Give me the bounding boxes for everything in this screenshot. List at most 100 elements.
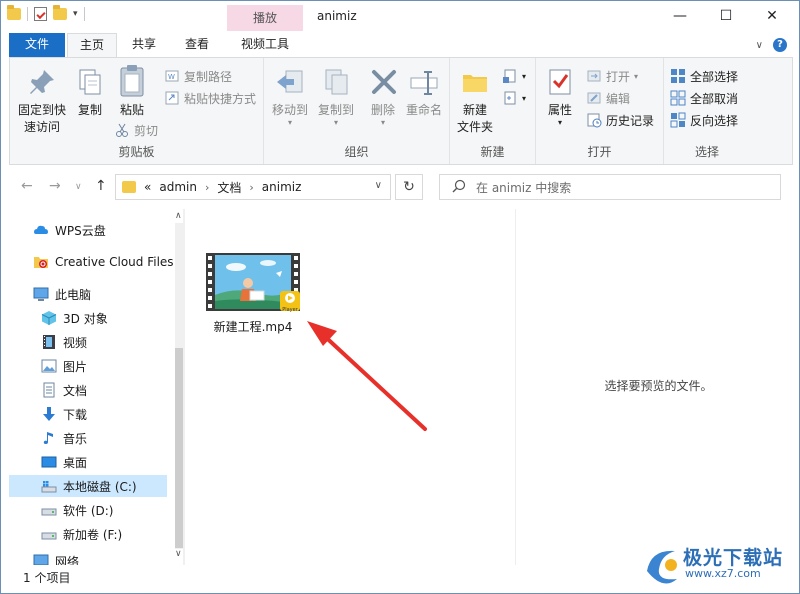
paste-label: 粘贴 [119,103,144,117]
history-icon [586,112,602,128]
easy-access-button[interactable]: ▾ [502,88,526,108]
select-none-button[interactable]: 全部取消 [670,88,738,108]
cut-button[interactable]: 剪切 [114,120,158,140]
sidebar-item-label: 桌面 [63,455,88,470]
tab-home[interactable]: 主页 [67,33,117,58]
open-button[interactable]: 打开 ▾ [586,66,638,86]
new-folder-icon[interactable] [53,5,67,20]
sidebar-item-3d-objects[interactable]: 3D 对象 [9,307,173,329]
address-dropdown-icon[interactable]: ∨ [375,180,382,191]
desktop-icon [41,454,57,470]
ribbon-collapse-icon[interactable]: ∨ [756,40,763,51]
watermark-url: www.xz7.com [685,567,761,580]
copy-to-button[interactable]: 复制到 ▾ [314,66,358,127]
properties-icon[interactable] [34,7,47,21]
rename-label: 重命名 [405,103,442,117]
sidebar-item-local-disk-c[interactable]: 本地磁盘 (C:) [9,475,167,497]
rename-button[interactable]: 重命名 [402,66,446,119]
tab-view[interactable]: 查看 [171,33,223,57]
copy-path-label: 复制路径 [184,69,233,84]
address-bar[interactable]: « admin › 文档 › animiz ∨ [115,174,391,200]
paste-button[interactable]: 粘贴 [112,62,152,119]
watermark-swirl-icon [647,550,677,584]
maximize-button[interactable]: ☐ [703,1,749,33]
address-overflow[interactable]: « [144,180,151,194]
pin-icon [26,66,58,98]
ribbon-tabs-right: ∨ ? [756,38,787,52]
sidebar-item-music[interactable]: 音乐 [9,427,173,449]
select-all-label: 全部选择 [690,69,739,84]
chevron-down-icon[interactable]: ▾ [73,9,78,19]
tab-share[interactable]: 共享 [119,33,169,57]
select-all-button[interactable]: 全部选择 [670,66,738,86]
sidebar-item-network[interactable]: 网络 [9,553,173,565]
navigation-pane: WPS云盘 Creative Cloud Files 此电脑 3D 对象 视频 … [9,209,183,565]
search-icon [452,179,466,196]
history-button[interactable]: 历史记录 [586,110,654,130]
player-badge-icon: Player [280,291,300,313]
scroll-down-icon[interactable]: ∨ [175,549,182,559]
back-arrow-icon[interactable]: ← [21,178,33,194]
sidebar-item-label: 图片 [63,359,88,374]
refresh-icon[interactable]: ↻ [395,174,423,200]
invert-selection-button[interactable]: 反向选择 [670,110,738,130]
sidebar-scrollbar[interactable] [175,223,183,549]
tab-video-tools[interactable]: 视频工具 [227,33,303,57]
sidebar-item-pictures[interactable]: 图片 [9,355,173,377]
paste-shortcut-button[interactable]: 粘贴快捷方式 [164,88,256,108]
sidebar-item-label: 3D 对象 [63,311,108,326]
pin-quick-access-button[interactable]: 固定到快 速访问 [14,66,70,136]
delete-button[interactable]: 删除 ▾ [368,66,398,127]
breadcrumb-animiz[interactable]: animiz [262,180,302,194]
sidebar-item-videos[interactable]: 视频 [9,331,173,353]
new-item-button[interactable]: ▾ [502,66,526,86]
file-name[interactable]: 新建工程.mp4 [205,318,301,335]
group-select: 全部选择 全部取消 反向选择 选择 [664,58,750,164]
sidebar-item-this-pc[interactable]: 此电脑 [9,283,173,305]
sidebar-item-desktop[interactable]: 桌面 [9,451,173,473]
explorer-window: ▾ 播放 animiz — ☐ ✕ 文件 主页 共享 查看 视频工具 ∨ ? 固… [0,0,800,594]
quick-access-toolbar: ▾ [7,5,85,21]
up-arrow-icon[interactable]: ↑ [95,178,107,194]
sidebar-item-documents[interactable]: 文档 [9,379,173,401]
sidebar-item-downloads[interactable]: 下载 [9,403,173,425]
paste-shortcut-icon [164,90,180,106]
drive-icon [41,526,57,542]
scroll-up-icon[interactable]: ∧ [175,211,182,221]
toolbar-divider [83,7,85,21]
properties-dropdown-icon: ▾ [557,118,562,127]
delete-x-icon [368,66,400,98]
drive-icon [41,502,57,518]
breadcrumb-separator[interactable]: › [249,181,253,194]
open-dropdown-icon: ▾ [634,71,639,81]
sidebar-item-creative-cloud[interactable]: Creative Cloud Files [9,251,173,273]
file-item-mp4[interactable]: Player 新建工程.mp4 [205,253,301,335]
sidebar-item-label: 此电脑 [55,287,92,302]
breadcrumb-admin[interactable]: admin [159,180,197,194]
help-icon[interactable]: ? [773,38,787,52]
sidebar-item-drive-f[interactable]: 新加卷 (F:) [9,523,173,545]
search-box[interactable]: 在 animiz 中搜索 [439,174,781,200]
sidebar-item-wps-cloud[interactable]: WPS云盘 [9,219,173,241]
copy-label: 复制 [77,103,102,117]
tab-file[interactable]: 文件 [9,33,65,57]
forward-arrow-icon[interactable]: → [49,178,61,194]
recent-locations-chevron-icon[interactable]: ∨ [75,182,82,192]
sidebar-item-drive-d[interactable]: 软件 (D:) [9,499,173,521]
folder-icon[interactable] [7,5,21,20]
scrollbar-thumb[interactable] [175,348,183,548]
edit-button[interactable]: 编辑 [586,88,630,108]
file-list: Player 新建工程.mp4 [185,209,515,565]
breadcrumb-separator[interactable]: › [205,181,209,194]
copy-to-icon [320,66,352,98]
new-folder-button[interactable]: 新建 文件夹 [454,66,496,136]
minimize-button[interactable]: — [657,1,703,33]
breadcrumb-documents[interactable]: 文档 [217,179,241,196]
copy-path-icon: W [164,68,180,84]
copy-button[interactable]: 复制 [70,66,110,119]
search-input[interactable]: 在 animiz 中搜索 [476,179,571,196]
move-to-button[interactable]: 移动到 ▾ [268,66,312,127]
close-button[interactable]: ✕ [749,1,795,33]
properties-button[interactable]: 属性 ▾ [544,66,576,127]
copy-path-button[interactable]: W 复制路径 [164,66,232,86]
